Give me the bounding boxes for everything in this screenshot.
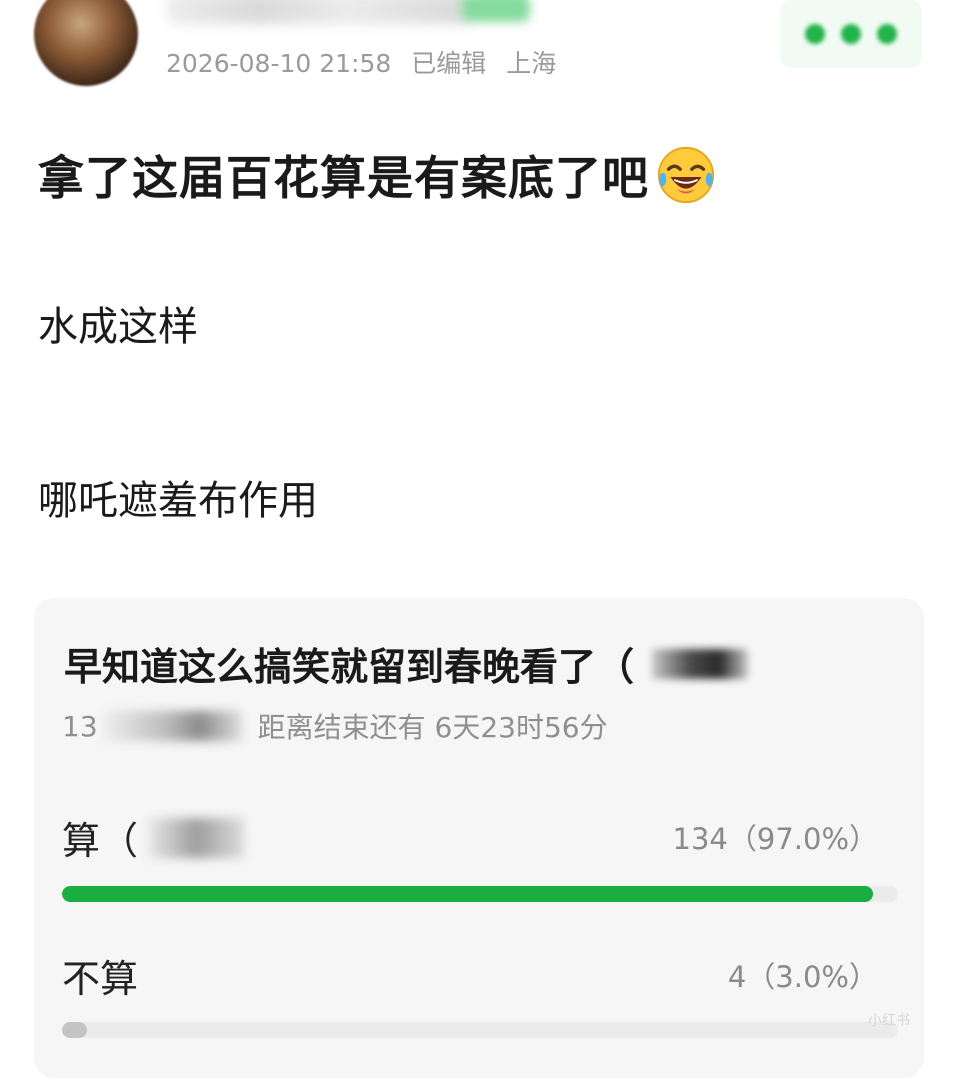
poll-meta: 13 距离结束还有 6天23时56分 [62,706,608,746]
poll-remaining-time: 距离结束还有 6天23时56分 [257,711,608,744]
post-title: 拿了这届百花算是有案底了吧 [38,142,717,208]
post-body-line: 水成这样 [38,304,198,350]
redacted-text [101,711,242,741]
poll-bar-fill [62,886,873,902]
laughing-tears-emoji-icon [657,146,715,204]
post-meta: 2026-08-10 21:58 已编辑 上海 [166,44,568,80]
poll-option-result: 134（97.0%） [672,822,878,856]
poll-card: 早知道这么搞笑就留到春晚看了（ 13 距离结束还有 6天23时56分 算（ 13… [34,598,924,1078]
post-timestamp: 2026-08-10 21:58 [166,49,392,78]
edited-label: 已编辑 [411,49,487,78]
poll-vote-count: 13 [62,709,98,743]
poll-option-text: 不算 [62,957,139,1001]
more-options-button[interactable] [780,0,922,68]
dot-icon [841,24,861,44]
poll-option-label[interactable]: 算（ [62,810,245,865]
watermark-logo: 小红书 [868,1013,910,1029]
poll-bar-fill [62,1022,88,1038]
post-title-text: 拿了这届百花算是有案底了吧 [38,151,649,205]
dot-icon [877,24,897,44]
poll-option-label[interactable]: 不算 [62,948,138,1003]
username-redacted[interactable] [168,0,468,24]
poll-question-text: 早知道这么搞笑就留到春晚看了（ [64,645,635,689]
poll-option-text: 算（ [62,819,139,863]
post-body-line: 哪吒遮羞布作用 [38,478,318,524]
user-badge-redacted [462,0,530,22]
avatar[interactable] [34,0,138,86]
dot-icon [805,24,825,44]
poll-question: 早知道这么搞笑就留到春晚看了（ [64,636,749,691]
location-label: 上海 [506,49,557,78]
poll-option-bar [62,1022,898,1038]
redacted-text [148,817,245,858]
poll-option-result: 4（3.0%） [727,960,878,994]
poll-option-bar [62,886,898,902]
redacted-text [652,648,749,679]
